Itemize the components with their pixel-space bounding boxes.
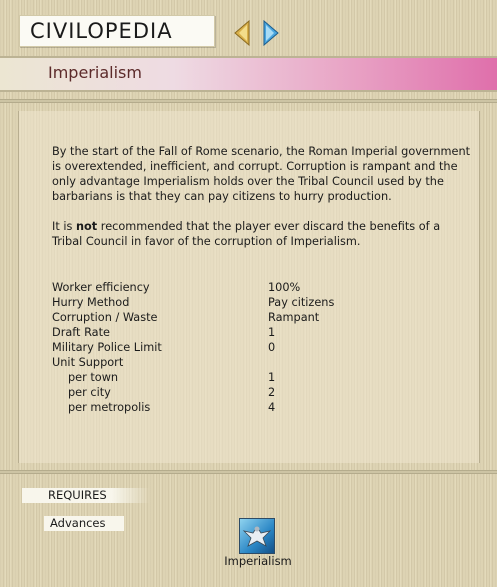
stat-label: per city <box>68 386 111 399</box>
stat-label: Corruption / Waste <box>52 311 158 324</box>
stat-row: per metropolis 4 <box>52 400 352 415</box>
description-bold: not <box>75 220 98 233</box>
stat-row: Unit Support <box>52 355 352 370</box>
advances-category: Advances <box>44 516 124 531</box>
stat-label: per metropolis <box>68 401 151 414</box>
stat-label: per town <box>68 371 119 384</box>
description-paragraph-1: By the start of the Fall of Rome scenari… <box>52 145 471 203</box>
description-rest: recommended that the player ever discard… <box>52 220 441 248</box>
arrow-left-icon <box>234 19 250 47</box>
stat-label: Worker efficiency <box>52 281 150 294</box>
stats-table: Worker efficiency 100% Hurry Method Pay ci… <box>52 280 352 415</box>
stat-value: 2 <box>268 386 276 399</box>
stat-value: 0 <box>268 341 276 354</box>
stat-label: Draft Rate <box>52 326 110 339</box>
advances-category-label: Advances <box>50 516 106 530</box>
stat-row: per city 2 <box>52 385 352 400</box>
description-paragraph-2: It is not recommended that the player ev… <box>52 219 472 249</box>
stat-row: Worker efficiency 100% <box>52 280 352 295</box>
stat-row: Military Police Limit 0 <box>52 340 352 355</box>
description-prefix: It is <box>52 220 73 233</box>
stat-value: 100% <box>268 281 301 294</box>
forward-button[interactable] <box>263 19 280 47</box>
stat-value: Rampant <box>268 311 320 324</box>
stat-label: Military Police Limit <box>52 341 162 354</box>
window-title: CIVILOPEDIA <box>30 19 173 43</box>
stat-row: Hurry Method Pay citizens <box>52 295 352 310</box>
requirement-imperialism-link[interactable]: Imperialism <box>210 554 306 569</box>
stat-value: 4 <box>268 401 276 414</box>
stat-label: Unit Support <box>52 356 124 369</box>
stat-row: Corruption / Waste Rampant <box>52 310 352 325</box>
requires-heading: REQUIRES <box>22 488 150 503</box>
entry-description: By the start of the Fall of Rome scenari… <box>52 144 472 264</box>
entry-title: Imperialism <box>48 63 142 82</box>
arrow-right-icon <box>263 19 279 47</box>
stat-value: 1 <box>268 371 276 384</box>
stat-row: Draft Rate 1 <box>52 325 352 340</box>
stat-row: per town 1 <box>52 370 352 385</box>
top-divider <box>0 99 497 103</box>
requires-heading-label: REQUIRES <box>48 488 107 502</box>
stat-value: Pay citizens <box>268 296 335 309</box>
stat-value: 1 <box>268 326 276 339</box>
back-button[interactable] <box>233 19 250 47</box>
stat-label: Hurry Method <box>52 296 130 309</box>
eagle-emblem-icon <box>242 526 272 547</box>
bottom-divider <box>0 470 497 474</box>
requirement-imperialism-button[interactable] <box>239 518 275 554</box>
